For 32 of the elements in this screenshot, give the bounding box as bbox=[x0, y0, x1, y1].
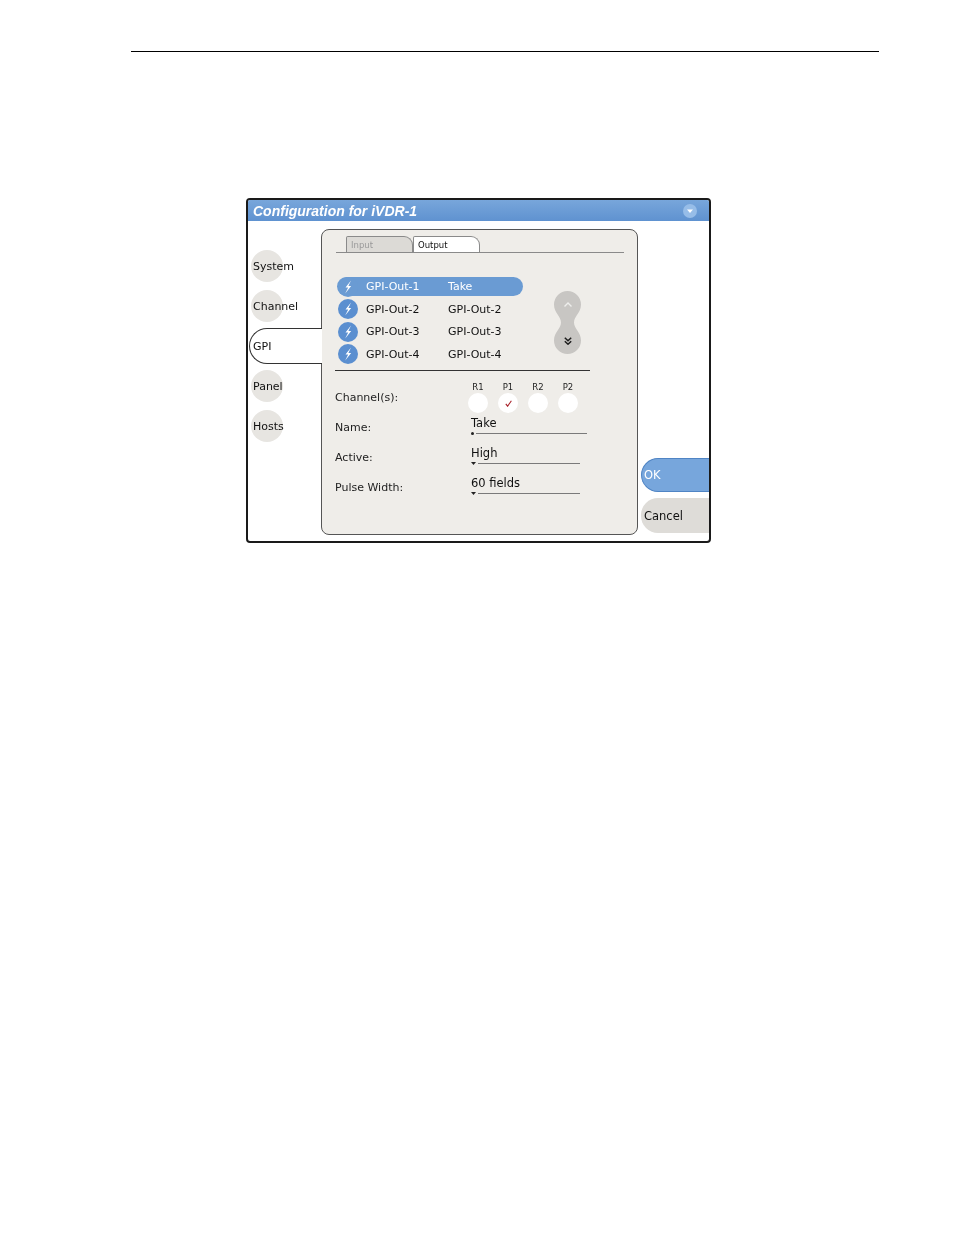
field-label: Pulse Width: bbox=[335, 481, 404, 494]
checkbox-label: R1 bbox=[472, 382, 484, 392]
checkbox[interactable] bbox=[498, 393, 518, 413]
caret-down-icon bbox=[471, 492, 476, 495]
lightning-icon bbox=[338, 299, 358, 319]
field-label: Channel(s): bbox=[335, 391, 399, 404]
text-field[interactable]: Take bbox=[471, 415, 587, 436]
gpi-output-row[interactable]: GPI-Out-3 GPI-Out-3 bbox=[337, 322, 523, 341]
scroll-control-background bbox=[554, 291, 581, 354]
tab[interactable]: Output bbox=[413, 236, 480, 252]
checkbox-label: P1 bbox=[502, 382, 514, 392]
dropdown-field[interactable]: High bbox=[471, 445, 580, 466]
caret-down-icon bbox=[471, 462, 476, 465]
dropdown-field[interactable]: 60 fields bbox=[471, 475, 580, 496]
checkbox-label: R2 bbox=[532, 382, 544, 392]
gpi-output-row[interactable]: GPI-Out-2 GPI-Out-2 bbox=[337, 299, 523, 319]
dot-icon bbox=[471, 432, 474, 435]
dropdown-icon[interactable] bbox=[683, 203, 697, 218]
cancel-button[interactable]: Cancel bbox=[641, 498, 709, 533]
field-label: Name: bbox=[335, 421, 372, 434]
check-icon bbox=[504, 399, 512, 407]
sidebar-tab[interactable]: System bbox=[249, 248, 322, 284]
lightning-icon bbox=[338, 321, 358, 342]
sidebar-tab[interactable]: GPI bbox=[249, 328, 322, 364]
lightning-icon bbox=[338, 344, 358, 364]
window-title: Configuration for iVDR-1 bbox=[253, 202, 418, 219]
field-label: Active: bbox=[335, 451, 373, 464]
sidebar-tab[interactable]: Hosts bbox=[249, 408, 322, 444]
sidebar-tab[interactable]: Panel bbox=[249, 368, 322, 404]
checkbox-label: P2 bbox=[562, 382, 574, 392]
sidebar-tab[interactable]: Channel bbox=[249, 288, 322, 324]
gpi-output-row[interactable]: GPI-Out-4 GPI-Out-4 bbox=[337, 344, 523, 364]
